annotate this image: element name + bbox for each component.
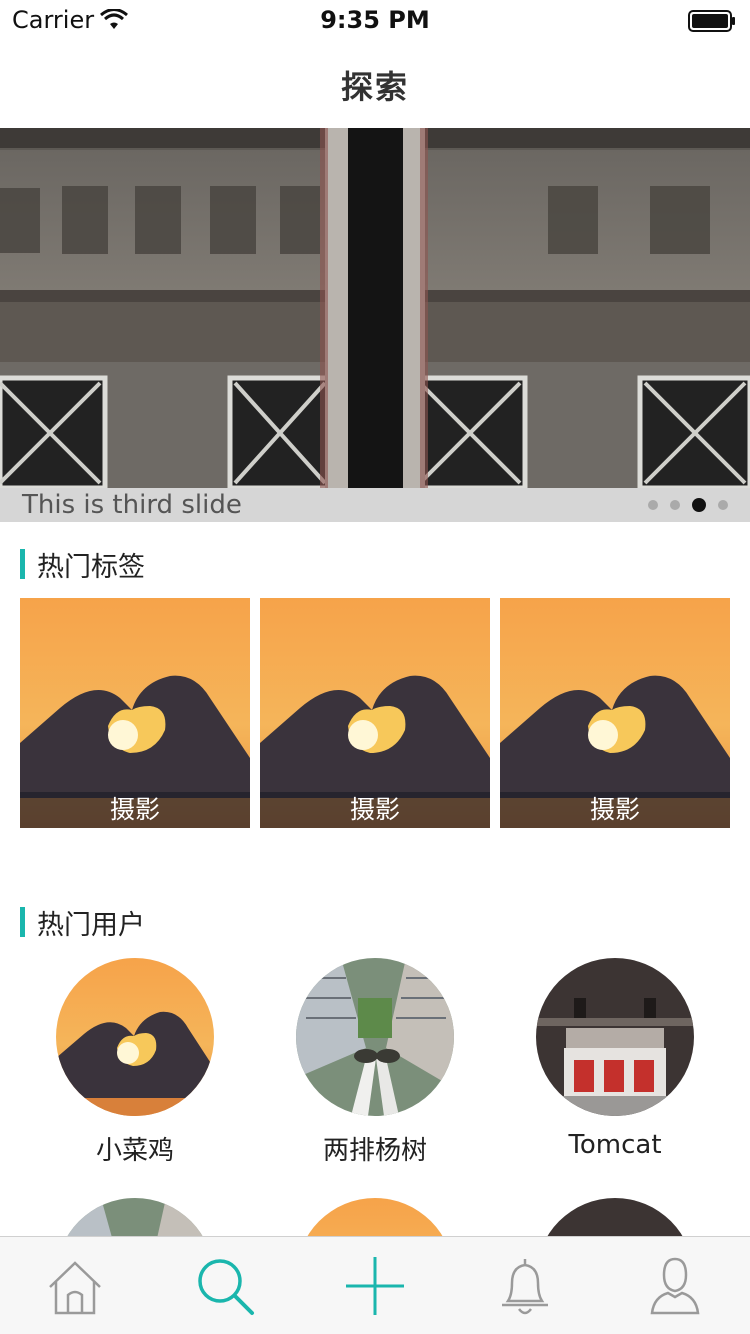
- slide-caption-bar: This is third slide: [0, 488, 750, 522]
- banner-carousel[interactable]: This is third slide: [0, 128, 750, 522]
- tag-label: 摄影: [109, 795, 160, 824]
- user-card[interactable]: 小菜鸡: [15, 958, 255, 1167]
- plus-icon: [346, 1257, 404, 1315]
- user-name: 两排杨树: [322, 1136, 427, 1166]
- avatar[interactable]: [536, 958, 694, 1116]
- tab-home[interactable]: [40, 1251, 110, 1321]
- search-icon: [198, 1259, 254, 1315]
- user-name: 小菜鸡: [95, 1136, 174, 1166]
- hot-tags-grid: 摄影 摄影 摄影: [20, 598, 730, 828]
- slide-caption: This is third slide: [22, 490, 242, 520]
- section-title: 热门用户: [37, 909, 145, 941]
- hot-tags-header: 热门标签: [20, 548, 145, 583]
- tag-card[interactable]: 摄影: [500, 598, 730, 828]
- hot-users-header: 热门用户: [20, 906, 145, 941]
- tab-post[interactable]: [340, 1251, 410, 1321]
- user-name: Tomcat: [568, 1130, 662, 1160]
- nav-bar: 探索: [0, 40, 750, 128]
- page-title: 探索: [340, 68, 409, 106]
- page-indicator[interactable]: [648, 498, 728, 512]
- section-accent-bar: [20, 907, 25, 937]
- avatar-image: [536, 958, 694, 1116]
- slide-image[interactable]: [0, 128, 750, 488]
- tag-card[interactable]: 摄影: [20, 598, 250, 828]
- section-accent-bar: [20, 549, 25, 579]
- user-card[interactable]: 两排杨树: [255, 958, 495, 1167]
- bell-icon: [502, 1259, 548, 1315]
- tab-explore[interactable]: [190, 1251, 260, 1321]
- page-dot[interactable]: [670, 500, 680, 510]
- page-dot-active[interactable]: [692, 498, 706, 512]
- page-dot[interactable]: [648, 500, 658, 510]
- user-card[interactable]: Tomcat: [495, 958, 735, 1160]
- avatar[interactable]: [296, 958, 454, 1116]
- tab-bar: [0, 1236, 750, 1334]
- avatar-image: [56, 958, 214, 1116]
- avatar-image: [296, 958, 454, 1116]
- tag-card[interactable]: 摄影: [260, 598, 490, 828]
- tab-notifications[interactable]: [490, 1251, 560, 1321]
- user-icon: [650, 1257, 700, 1315]
- avatar[interactable]: [56, 958, 214, 1116]
- page-dot[interactable]: [718, 500, 728, 510]
- tag-label: 摄影: [349, 795, 400, 824]
- status-bar: Carrier 9:35 PM: [0, 0, 750, 40]
- home-icon: [49, 1261, 101, 1315]
- tag-label: 摄影: [589, 795, 640, 824]
- tab-profile[interactable]: [640, 1251, 710, 1321]
- battery-icon: [688, 10, 735, 32]
- section-title: 热门标签: [37, 551, 145, 583]
- clock: 9:35 PM: [320, 6, 430, 34]
